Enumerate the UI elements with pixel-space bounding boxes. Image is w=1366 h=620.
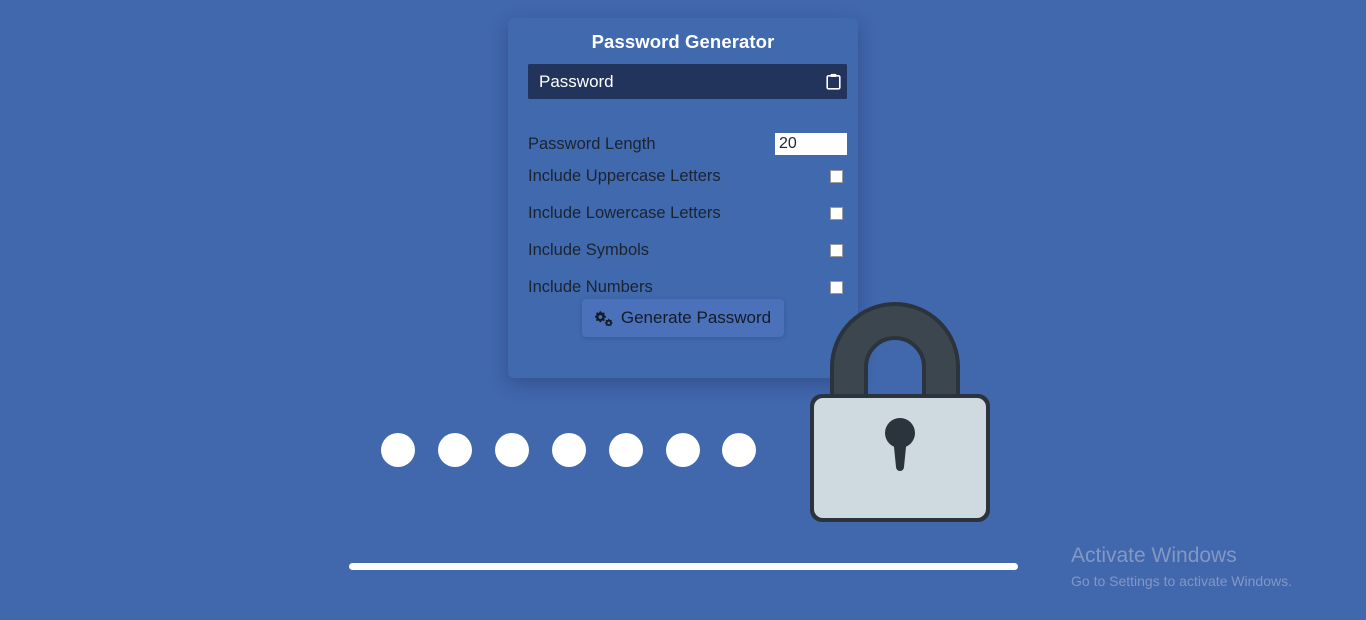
option-row-symbols: Include Symbols xyxy=(528,239,847,261)
generate-password-button[interactable]: Generate Password xyxy=(582,299,784,337)
option-label-numbers: Include Numbers xyxy=(528,278,653,296)
option-row-lowercase: Include Lowercase Letters xyxy=(528,202,847,224)
option-row-numbers: Include Numbers xyxy=(528,276,847,298)
clipboard-icon xyxy=(826,73,841,90)
activate-windows-title: Activate Windows xyxy=(1071,544,1237,567)
password-length-input[interactable] xyxy=(775,133,847,155)
checkbox-include-lowercase[interactable] xyxy=(830,206,843,220)
option-label-length: Password Length xyxy=(528,135,656,153)
checkbox-include-numbers[interactable] xyxy=(830,280,843,294)
password-dot xyxy=(381,433,415,467)
password-dot xyxy=(438,433,472,467)
option-label-symbols: Include Symbols xyxy=(528,241,650,259)
password-dots-row xyxy=(381,433,756,468)
option-row-uppercase: Include Uppercase Letters xyxy=(528,165,847,187)
cogs-icon xyxy=(594,310,613,326)
password-output-input[interactable] xyxy=(528,64,820,99)
option-label-lowercase: Include Lowercase Letters xyxy=(528,204,721,222)
password-dot xyxy=(722,433,756,467)
copy-to-clipboard-button[interactable] xyxy=(820,64,847,99)
activate-windows-watermark: Activate Windows Go to Settings to activ… xyxy=(1071,543,1351,591)
password-dot xyxy=(609,433,643,467)
activate-windows-subtitle: Go to Settings to activate Windows. xyxy=(1071,573,1292,589)
option-row-length: Password Length xyxy=(528,132,847,156)
checkbox-include-symbols[interactable] xyxy=(830,243,843,257)
checkbox-include-uppercase[interactable] xyxy=(830,169,843,183)
option-label-uppercase: Include Uppercase Letters xyxy=(528,167,721,185)
password-dot xyxy=(666,433,700,467)
password-dot xyxy=(495,433,529,467)
strength-bar xyxy=(349,563,1018,570)
padlock-icon xyxy=(805,297,995,525)
password-output-row xyxy=(528,64,847,99)
generate-password-label: Generate Password xyxy=(620,308,772,327)
password-dot xyxy=(552,433,586,467)
page-title: Password Generator xyxy=(591,31,775,52)
